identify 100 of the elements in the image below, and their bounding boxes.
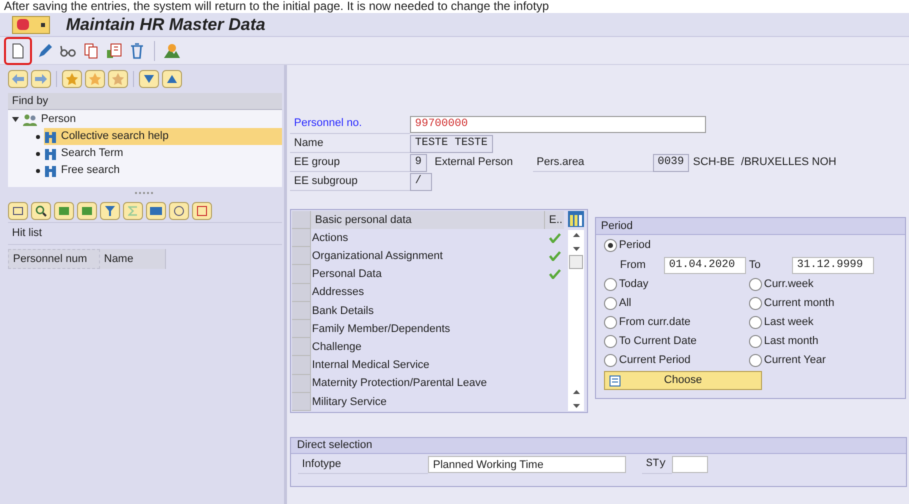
layout-button[interactable] <box>192 202 212 220</box>
scroll-up-icon[interactable] <box>572 233 580 237</box>
field-text: SCH-BE <box>692 155 736 170</box>
radio-button[interactable] <box>604 354 617 367</box>
find-button[interactable] <box>31 202 51 220</box>
scroll-down-icon[interactable] <box>572 247 580 251</box>
radio-button[interactable] <box>604 316 617 329</box>
radio-button[interactable] <box>604 278 617 291</box>
date-field[interactable]: 01.04.2020 <box>664 256 746 274</box>
infotype-name[interactable]: Bank Details <box>311 302 545 320</box>
field-text: /BRUXELLES NOH <box>740 155 836 170</box>
star-add-button[interactable] <box>62 70 82 88</box>
radio-label: To Current Date <box>619 334 697 350</box>
infotype-name[interactable]: Actions <box>311 229 545 248</box>
find-by-header: Find by <box>8 93 282 110</box>
infotype-field[interactable]: Planned Working Time <box>428 456 626 474</box>
field-text: External Person <box>434 155 514 170</box>
column-header[interactable]: Basic personal data <box>311 211 545 229</box>
field-label: To <box>748 258 762 273</box>
radio-button[interactable] <box>749 335 762 348</box>
radio-label: Current Period <box>619 353 691 368</box>
column-header[interactable]: Personnel num <box>8 249 100 269</box>
radio-label: Current Year <box>764 353 826 368</box>
find-icon <box>35 204 47 216</box>
code-field: 9 <box>410 154 427 172</box>
bullet-icon <box>36 134 40 138</box>
export-button[interactable] <box>169 202 189 220</box>
back-button[interactable] <box>8 70 28 88</box>
scroll-down-icon[interactable] <box>572 404 580 408</box>
date-field[interactable]: 31.12.9999 <box>792 256 874 274</box>
star-icon <box>89 73 101 85</box>
infotype-name[interactable]: Military Service <box>311 392 545 411</box>
scroll-up-icon[interactable] <box>572 390 580 394</box>
radio-button[interactable] <box>604 335 617 348</box>
forward-button[interactable] <box>31 70 51 88</box>
tree-item[interactable]: Collective search help <box>44 128 282 145</box>
infotype-name[interactable]: Family Member/Dependents <box>311 320 545 338</box>
people-icon <box>23 114 37 126</box>
tree-item[interactable]: Free search <box>44 162 282 179</box>
radio-label: Period <box>619 238 651 254</box>
radio-label: From curr.date <box>619 315 691 330</box>
group-title: Period <box>596 218 905 235</box>
radio-button[interactable] <box>749 297 762 310</box>
sort-descending-button[interactable] <box>77 202 97 220</box>
group-title: Direct selection <box>291 438 906 454</box>
scroll-thumb[interactable] <box>569 255 583 269</box>
columns-icon[interactable] <box>568 211 584 227</box>
bullet-icon <box>36 168 40 172</box>
caption-text: After saving the entries, the system will return to the initial page. It is now needed to change the infotyp <box>0 0 909 13</box>
radio-label: Today <box>619 277 648 292</box>
radio-button[interactable] <box>749 278 762 291</box>
choose-button[interactable]: Choose <box>604 371 762 390</box>
filter-button[interactable] <box>100 202 120 220</box>
sort-ascending-button[interactable] <box>54 202 74 220</box>
radio-button[interactable] <box>604 297 617 310</box>
star-delete-button[interactable] <box>108 70 128 88</box>
sum-button[interactable] <box>123 202 143 220</box>
collapse-button[interactable] <box>162 70 182 88</box>
tree-item[interactable]: Person <box>41 111 76 128</box>
column-header[interactable]: E.. <box>545 211 564 229</box>
infotype-name[interactable]: Challenge <box>311 338 545 356</box>
field-label: Pers.area <box>532 153 653 172</box>
radio-label: Curr.week <box>764 277 814 292</box>
star-add-icon <box>66 73 78 85</box>
forward-icon <box>35 74 47 84</box>
sum-icon <box>128 206 138 216</box>
radio-button[interactable] <box>749 316 762 329</box>
tree-item[interactable]: Search Term <box>44 145 282 162</box>
name-field: TESTE TESTE <box>410 134 493 152</box>
infotype-name[interactable]: Addresses <box>311 284 545 302</box>
field-label: From <box>620 258 647 273</box>
radio-label: Last month <box>764 334 818 350</box>
selection-icon <box>609 374 621 386</box>
expand-icon <box>144 75 154 83</box>
infotype-name[interactable]: Maternity Protection/Parental Leave <box>311 374 545 393</box>
details-button[interactable] <box>8 202 28 220</box>
radio-label: All <box>619 296 632 312</box>
hit-list-title: Hit list <box>8 223 282 245</box>
expand-toggle[interactable] <box>12 116 19 123</box>
infotype-name[interactable]: Internal Medical Service <box>311 356 545 374</box>
infotype-name[interactable]: Organizational Assignment <box>311 247 545 266</box>
splitter-handle-icon[interactable] <box>135 192 156 194</box>
radio-button[interactable] <box>604 239 617 252</box>
infotype-name[interactable]: Personal Data <box>311 265 545 284</box>
filter-icon <box>105 206 115 216</box>
print-button[interactable] <box>146 202 166 220</box>
scrollbar[interactable] <box>568 230 584 411</box>
toolbar-button[interactable] <box>4 36 32 64</box>
personnel-number-field[interactable]: 99700000 <box>410 116 706 132</box>
column-header[interactable]: Name <box>100 249 166 269</box>
menu-icon[interactable] <box>12 16 50 34</box>
subtype-field[interactable] <box>672 456 708 474</box>
expand-button[interactable] <box>139 70 159 88</box>
star-button[interactable] <box>85 70 105 88</box>
star-delete-icon <box>112 73 124 85</box>
window-title: Maintain HR Master Data <box>66 14 266 36</box>
back-icon <box>12 74 24 84</box>
code-field: 0039 <box>652 154 690 172</box>
radio-button[interactable] <box>749 354 762 367</box>
bullet-icon <box>36 152 40 156</box>
